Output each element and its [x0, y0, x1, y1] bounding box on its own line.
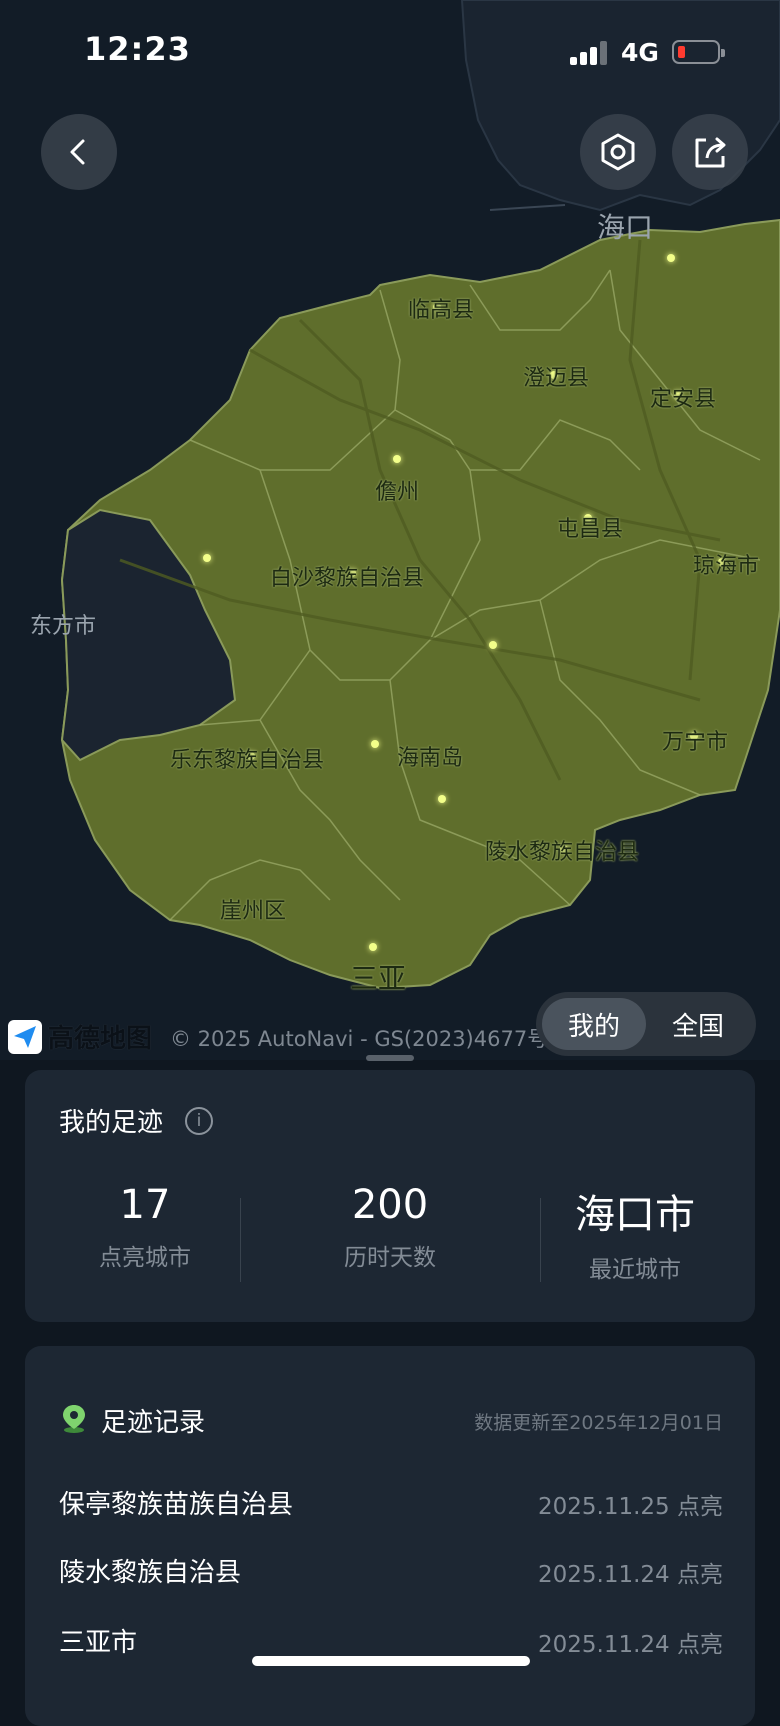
label-hainan-island: 海南岛 [397, 746, 464, 771]
map-copyright: © 2025 AutoNavi - GS(2023)4677号 [170, 1027, 549, 1051]
city-dot [203, 554, 211, 562]
record-date: 2025.11.24 点亮 [538, 1632, 723, 1658]
record-date: 2025.11.24 点亮 [538, 1562, 723, 1588]
sheet-drag-handle[interactable] [366, 1055, 414, 1061]
label-lingao: 临高县 [408, 298, 475, 323]
city-dot [438, 795, 446, 803]
label-wanning: 万宁市 [662, 730, 729, 755]
label-danzhou: 儋州 [375, 480, 420, 505]
hexagon-settings-icon [601, 133, 635, 171]
bottom-sheet: 我的足迹 i 17 点亮城市 200 历时天数 海口市 最近城市 足迹记录 数据… [0, 1062, 780, 1726]
home-indicator[interactable] [252, 1656, 530, 1666]
chevron-left-icon [70, 139, 85, 165]
label-haikou: 海口 [597, 211, 654, 244]
record-name: 三亚市 [59, 1628, 138, 1658]
toggle-mine[interactable]: 我的 [542, 998, 646, 1050]
stat-recent-city: 海口市 最近城市 [515, 1182, 755, 1284]
label-tunchang: 屯昌县 [557, 517, 624, 542]
stat-cities-value: 17 [119, 1182, 171, 1228]
city-dot [369, 943, 377, 951]
record-name: 陵水黎族自治县 [59, 1558, 242, 1588]
stat-recent-city-label: 最近城市 [589, 1257, 681, 1283]
label-chengmai: 澄迈县 [523, 366, 590, 391]
stat-cities-label: 点亮城市 [99, 1245, 191, 1271]
map-canvas [60, 0, 780, 990]
record-name: 保亭黎族苗族自治县 [59, 1490, 294, 1520]
strait-line [489, 204, 566, 211]
label-ledong: 乐东黎族自治县 [170, 748, 325, 773]
footprint-map[interactable]: 海口 临高县 澄迈县 定安县 儋州 屯昌县 琼海市 白沙黎族自治县 东方市 乐东… [0, 0, 780, 1060]
paper-plane-icon [8, 1019, 42, 1054]
network-type: 4G [621, 38, 659, 67]
label-sanya: 三亚 [350, 962, 407, 995]
label-baisha: 白沙黎族自治县 [270, 566, 425, 591]
battery-icon [672, 40, 725, 64]
summary-card: 我的足迹 i 17 点亮城市 200 历时天数 海口市 最近城市 [25, 1070, 755, 1322]
city-dot [371, 740, 379, 748]
scope-toggle: 我的 全国 [536, 992, 756, 1056]
stat-cities: 17 点亮城市 [25, 1182, 265, 1272]
toggle-national[interactable]: 全国 [646, 998, 750, 1050]
label-yazhou: 崖州区 [220, 899, 287, 924]
stat-days-label: 历时天数 [344, 1245, 436, 1271]
city-dot [667, 254, 675, 262]
label-dongfang: 东方市 [30, 614, 97, 639]
status-time: 12:23 [84, 30, 191, 68]
label-lingshui: 陵水黎族自治县 [485, 840, 640, 865]
stat-days: 200 历时天数 [270, 1182, 510, 1272]
status-bar: 12:23 4G [0, 0, 780, 100]
share-button[interactable] [672, 114, 748, 190]
city-dot [489, 641, 497, 649]
record-date: 2025.11.25 点亮 [538, 1494, 723, 1520]
records-card: 足迹记录 数据更新至2025年12月01日 保亭黎族苗族自治县 2025.11.… [25, 1346, 755, 1726]
summary-title: 我的足迹 [59, 1108, 164, 1138]
signal-icon [570, 41, 610, 65]
back-button[interactable] [41, 114, 117, 190]
stat-days-value: 200 [351, 1182, 429, 1228]
city-dot [393, 455, 401, 463]
stat-recent-city-value: 海口市 [575, 1192, 695, 1238]
brand-name: 高德地图 [48, 1024, 153, 1054]
info-icon[interactable]: i [185, 1107, 213, 1135]
amap-logo: 高德地图 [8, 1018, 152, 1055]
settings-button[interactable] [580, 114, 656, 190]
label-ding-an: 定安县 [650, 387, 717, 412]
label-qionghai: 琼海市 [693, 554, 760, 579]
divider [240, 1198, 241, 1282]
location-pin-icon [63, 1405, 85, 1433]
records-title: 足迹记录 [101, 1408, 206, 1438]
records-updated: 数据更新至2025年12月01日 [474, 1412, 723, 1434]
share-icon [695, 137, 726, 168]
